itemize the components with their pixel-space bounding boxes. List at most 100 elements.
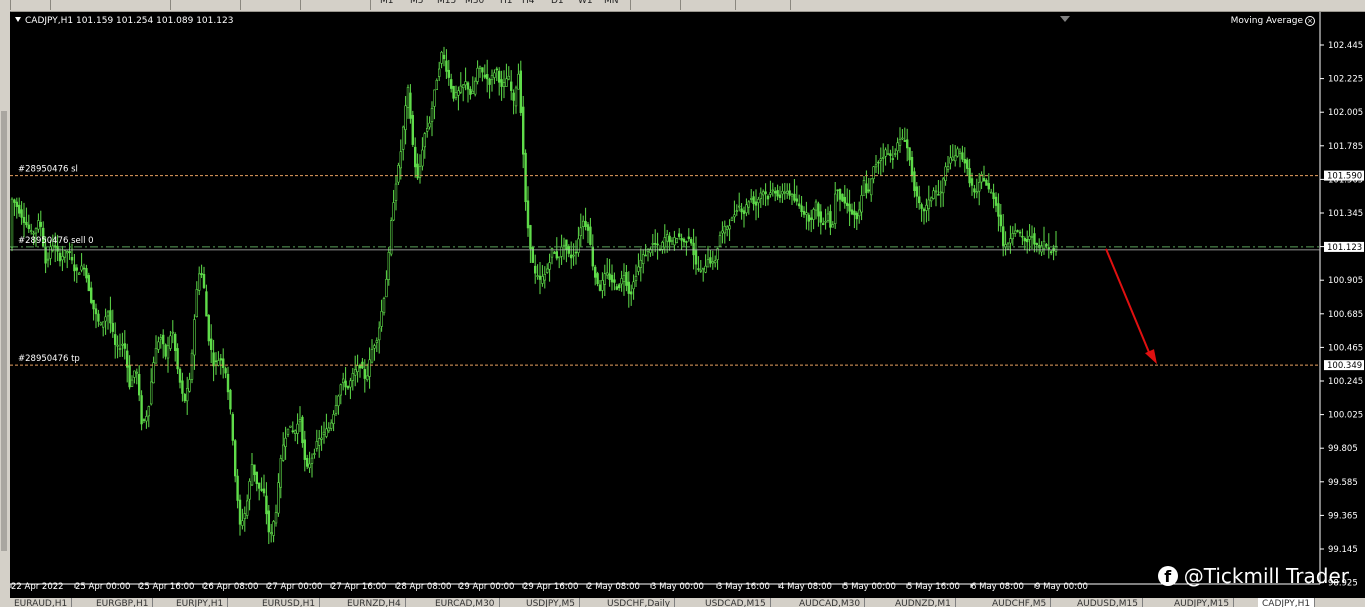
candle-body [961,152,964,160]
timeframe-w1-button[interactable]: W1 [578,0,593,6]
candle-body [809,217,813,220]
chart-tab[interactable]: USDCAD,M15 [701,598,771,607]
candle-body [210,338,213,350]
chart-tab[interactable]: AUDNZD,M1 [891,598,956,607]
candle-body [308,463,311,469]
candle-body [406,87,410,108]
candle-body [150,381,153,405]
candle-body [258,482,261,489]
chart-tab[interactable]: EURJPY,H1 [172,598,229,607]
chart-tab[interactable]: AUDCHF,M5 [988,598,1052,607]
candle-body [94,308,98,315]
candle-body [106,311,110,317]
chart-tab[interactable]: AUDCAD,M30 [795,598,866,607]
candle-body [224,368,227,374]
candle-body [958,151,962,154]
dropdown-triangle-icon[interactable] [15,17,21,22]
candle-body [781,190,784,195]
candle-body [937,193,940,196]
timeframe-d1-button[interactable]: D1 [551,0,564,6]
candle-body [860,195,863,213]
candle-body [346,386,350,389]
chart-window[interactable]: 102.445102.225102.005101.785101.565101.3… [10,12,1365,598]
candle-body [771,189,775,192]
candle-body [620,278,623,285]
candle-body [22,216,26,223]
chart-tab[interactable]: USDCHF,Daily [603,598,676,607]
candle-body [310,457,314,464]
candle-body [694,250,698,265]
candle-body [375,340,378,343]
chart-tab[interactable]: EURAUD,H1 [10,598,73,607]
candle-body [617,284,621,289]
toolbar-separator [790,0,791,10]
candle-body [853,210,856,216]
timeframe-m5-button[interactable]: M5 [410,0,424,6]
chart-tab[interactable]: EURCAD,M30 [431,598,500,607]
price-badge-label: 101.123 [1327,243,1362,253]
candle-body [663,237,667,248]
candle-body [848,203,851,212]
candle-body [536,275,539,277]
candle-body [154,347,158,364]
candle-body [589,226,592,245]
price-chart[interactable]: 102.445102.225102.005101.785101.565101.3… [10,12,1365,598]
candle-body [140,395,143,425]
chart-tab[interactable]: EURUSD,H1 [258,598,321,607]
indicator-name: Moving Average [1230,16,1303,26]
candle-body [421,149,424,167]
indicator-label[interactable]: Moving Average × [1231,16,1315,26]
candle-body [867,189,871,192]
candle-body [1047,247,1051,250]
candle-body [745,204,748,214]
timeframe-h1-button[interactable]: H1 [500,0,513,6]
candle-body [409,92,412,119]
chart-tab[interactable]: CADJPY,H1 [1258,598,1316,607]
chart-tab[interactable]: AUDUSD,M15 [1073,598,1143,607]
candle-body [27,224,30,230]
candle-body [449,79,453,89]
candle-body [841,193,844,202]
candle-body [466,82,470,90]
candle-body [740,208,743,213]
candle-body [884,149,887,157]
candle-body [469,88,472,95]
candle-body [114,334,117,345]
timeframe-m1-button[interactable]: M1 [380,0,394,6]
candle-body [524,152,527,203]
chart-tab[interactable]: AUDJPY,M15 [1170,598,1235,607]
candle-body [735,210,739,212]
candle-body [262,488,266,494]
candle-body [500,79,503,87]
candle-body [207,315,210,342]
candle-body [63,250,67,258]
candle-body [1016,230,1019,232]
candle-body [49,246,52,259]
timeframe-h4-button[interactable]: H4 [522,0,535,6]
left-scrollbar[interactable] [1,111,7,551]
toolbar-separator [240,0,241,10]
candle-body [915,186,919,197]
time-label: 22 Apr 2022 [11,582,64,592]
candle-body [317,438,321,446]
candle-body [214,360,218,363]
candle-body [932,190,935,199]
candle-body [521,106,525,155]
candle-body [73,264,76,272]
timeframe-mn-button[interactable]: MN [604,0,619,6]
close-icon[interactable]: × [1305,16,1315,26]
candle-body [941,178,945,194]
chart-tab[interactable]: USDJPY,M5 [522,598,580,607]
candle-body [157,341,160,350]
shift-marker-icon[interactable] [1060,16,1070,22]
candle-body [445,60,448,72]
chart-tab[interactable]: EURGBP,H1 [92,598,154,607]
candle-body [908,147,911,161]
candle-body [377,327,381,341]
timeframe-m15-button[interactable]: M15 [437,0,456,6]
candle-body [975,191,979,194]
chart-tab[interactable]: EURNZD,H4 [343,598,406,607]
candle-body [596,273,599,285]
candle-body [1023,238,1027,242]
timeframe-m30-button[interactable]: M30 [465,0,484,6]
